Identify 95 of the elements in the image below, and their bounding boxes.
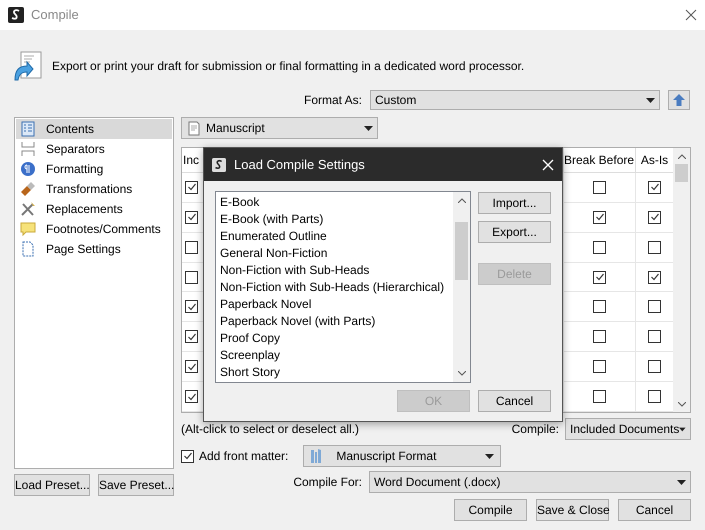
note-icon	[20, 221, 36, 237]
checkbox[interactable]	[593, 180, 606, 194]
scroll-up-icon	[458, 198, 466, 203]
sidebar-item[interactable]: Page Settings	[16, 239, 172, 259]
scrollbar[interactable]	[673, 148, 690, 412]
caret-icon	[679, 426, 686, 432]
checkbox[interactable]	[185, 210, 198, 224]
scroll-down-icon	[458, 371, 466, 376]
books-icon	[310, 448, 322, 464]
document-icon	[186, 120, 202, 136]
list-item[interactable]: Short Story	[220, 364, 453, 381]
sidebar-item[interactable]: Replacements	[16, 199, 172, 219]
list-item[interactable]: General Non-Fiction	[220, 245, 453, 262]
dialog-button[interactable]: Cancel	[618, 499, 691, 521]
checkbox[interactable]	[181, 450, 194, 462]
checkbox[interactable]	[648, 270, 661, 284]
checkbox[interactable]	[593, 300, 606, 314]
sidebar-item[interactable]: Formatting	[16, 159, 172, 179]
checkbox[interactable]	[185, 240, 198, 254]
hint-text: (Alt-click to select or deselect all.)	[181, 421, 360, 438]
document-arrow-icon	[12, 50, 44, 82]
column-header: Inc	[183, 152, 200, 169]
front-matter-dropdown[interactable]: Manuscript Format	[303, 445, 502, 467]
checkbox[interactable]	[185, 300, 198, 314]
sidebar-item[interactable]: Contents	[16, 119, 172, 139]
up-arrow-button[interactable]	[668, 90, 690, 110]
dialog-button[interactable]: Compile	[454, 499, 527, 521]
checkbox[interactable]	[593, 360, 606, 374]
compile-for-label: Compile For:	[293, 474, 362, 491]
scroll-up-icon	[678, 154, 686, 158]
list-item[interactable]: Proof Copy	[220, 330, 453, 347]
checkbox[interactable]	[648, 210, 661, 224]
section-dropdown[interactable]: Manuscript	[181, 117, 378, 139]
column-header: Break Before	[564, 152, 634, 169]
side-button[interactable]: Import...	[478, 192, 551, 214]
caret-icon	[646, 98, 655, 102]
separator-icon	[20, 141, 36, 157]
checkbox[interactable]	[593, 270, 606, 284]
window-title: Compile	[31, 6, 79, 24]
checkbox[interactable]	[185, 270, 198, 284]
sidebar-item[interactable]: Separators	[16, 139, 172, 159]
dialog-button[interactable]: Save & Close	[536, 499, 609, 521]
scroll-thumb[interactable]	[455, 222, 468, 280]
list-item[interactable]: Enumerated Outline	[220, 228, 453, 245]
checkbox[interactable]	[648, 240, 661, 254]
dialog-button[interactable]: Cancel	[478, 390, 551, 412]
checkbox[interactable]	[648, 180, 661, 194]
preset-button[interactable]: Load Preset...	[14, 474, 90, 496]
format-as-label: Format As:	[304, 92, 362, 109]
list-icon	[20, 121, 36, 137]
scrollbar[interactable]	[453, 192, 470, 382]
checkbox[interactable]	[185, 390, 198, 404]
checkbox[interactable]	[648, 300, 661, 314]
sidebar-item[interactable]: Transformations	[16, 179, 172, 199]
caret-icon	[677, 480, 686, 484]
list-item[interactable]: E-Book	[220, 194, 453, 211]
tools-icon	[20, 201, 36, 217]
paragraph-icon	[20, 161, 36, 177]
app-logo-icon	[212, 158, 226, 172]
front-matter-label: Add front matter:	[199, 448, 288, 465]
list-item[interactable]: Paperback Novel (with Parts)	[220, 313, 453, 330]
column-header: As-Is	[640, 152, 668, 169]
preset-button[interactable]: Save Preset...	[98, 474, 174, 496]
scroll-down-icon	[678, 402, 686, 407]
checkbox[interactable]	[185, 330, 198, 344]
up-arrow-icon	[673, 94, 685, 106]
compile-label: Compile:	[512, 421, 559, 438]
brush-icon	[20, 181, 36, 197]
description-text: Export or print your draft for submission or final formatting in a dedicated word processor.	[52, 58, 524, 75]
side-button[interactable]: Export...	[478, 221, 551, 243]
dialog-title: Load Compile Settings	[234, 156, 366, 174]
list-item[interactable]: Paperback Novel	[220, 296, 453, 313]
list-item[interactable]: Non-Fiction with Sub-Heads (Hierarchical)	[220, 279, 453, 296]
scroll-thumb[interactable]	[675, 164, 688, 182]
caret-icon	[485, 454, 494, 458]
compile-for-dropdown[interactable]: Word Document (.docx)	[369, 471, 691, 493]
checkbox[interactable]	[593, 240, 606, 254]
checkbox[interactable]	[185, 360, 198, 374]
list-item[interactable]: Non-Fiction with Sub-Heads	[220, 262, 453, 279]
list-item[interactable]: E-Book (with Parts)	[220, 211, 453, 228]
checkbox[interactable]	[185, 180, 198, 194]
checkbox[interactable]	[593, 330, 606, 344]
list-item[interactable]: Screenplay	[220, 347, 453, 364]
app-logo-icon	[8, 7, 24, 23]
format-dropdown[interactable]: Custom	[370, 90, 660, 110]
checkbox[interactable]	[648, 360, 661, 374]
checkbox[interactable]	[648, 330, 661, 344]
checkbox[interactable]	[593, 210, 606, 224]
sidebar-item[interactable]: Footnotes/Comments	[16, 219, 172, 239]
close-icon[interactable]	[685, 9, 697, 21]
checkbox[interactable]	[648, 390, 661, 404]
caret-icon	[364, 126, 373, 130]
checkbox[interactable]	[593, 390, 606, 404]
page-icon	[20, 241, 36, 257]
compile-dropdown[interactable]: Included Documents	[565, 418, 691, 440]
